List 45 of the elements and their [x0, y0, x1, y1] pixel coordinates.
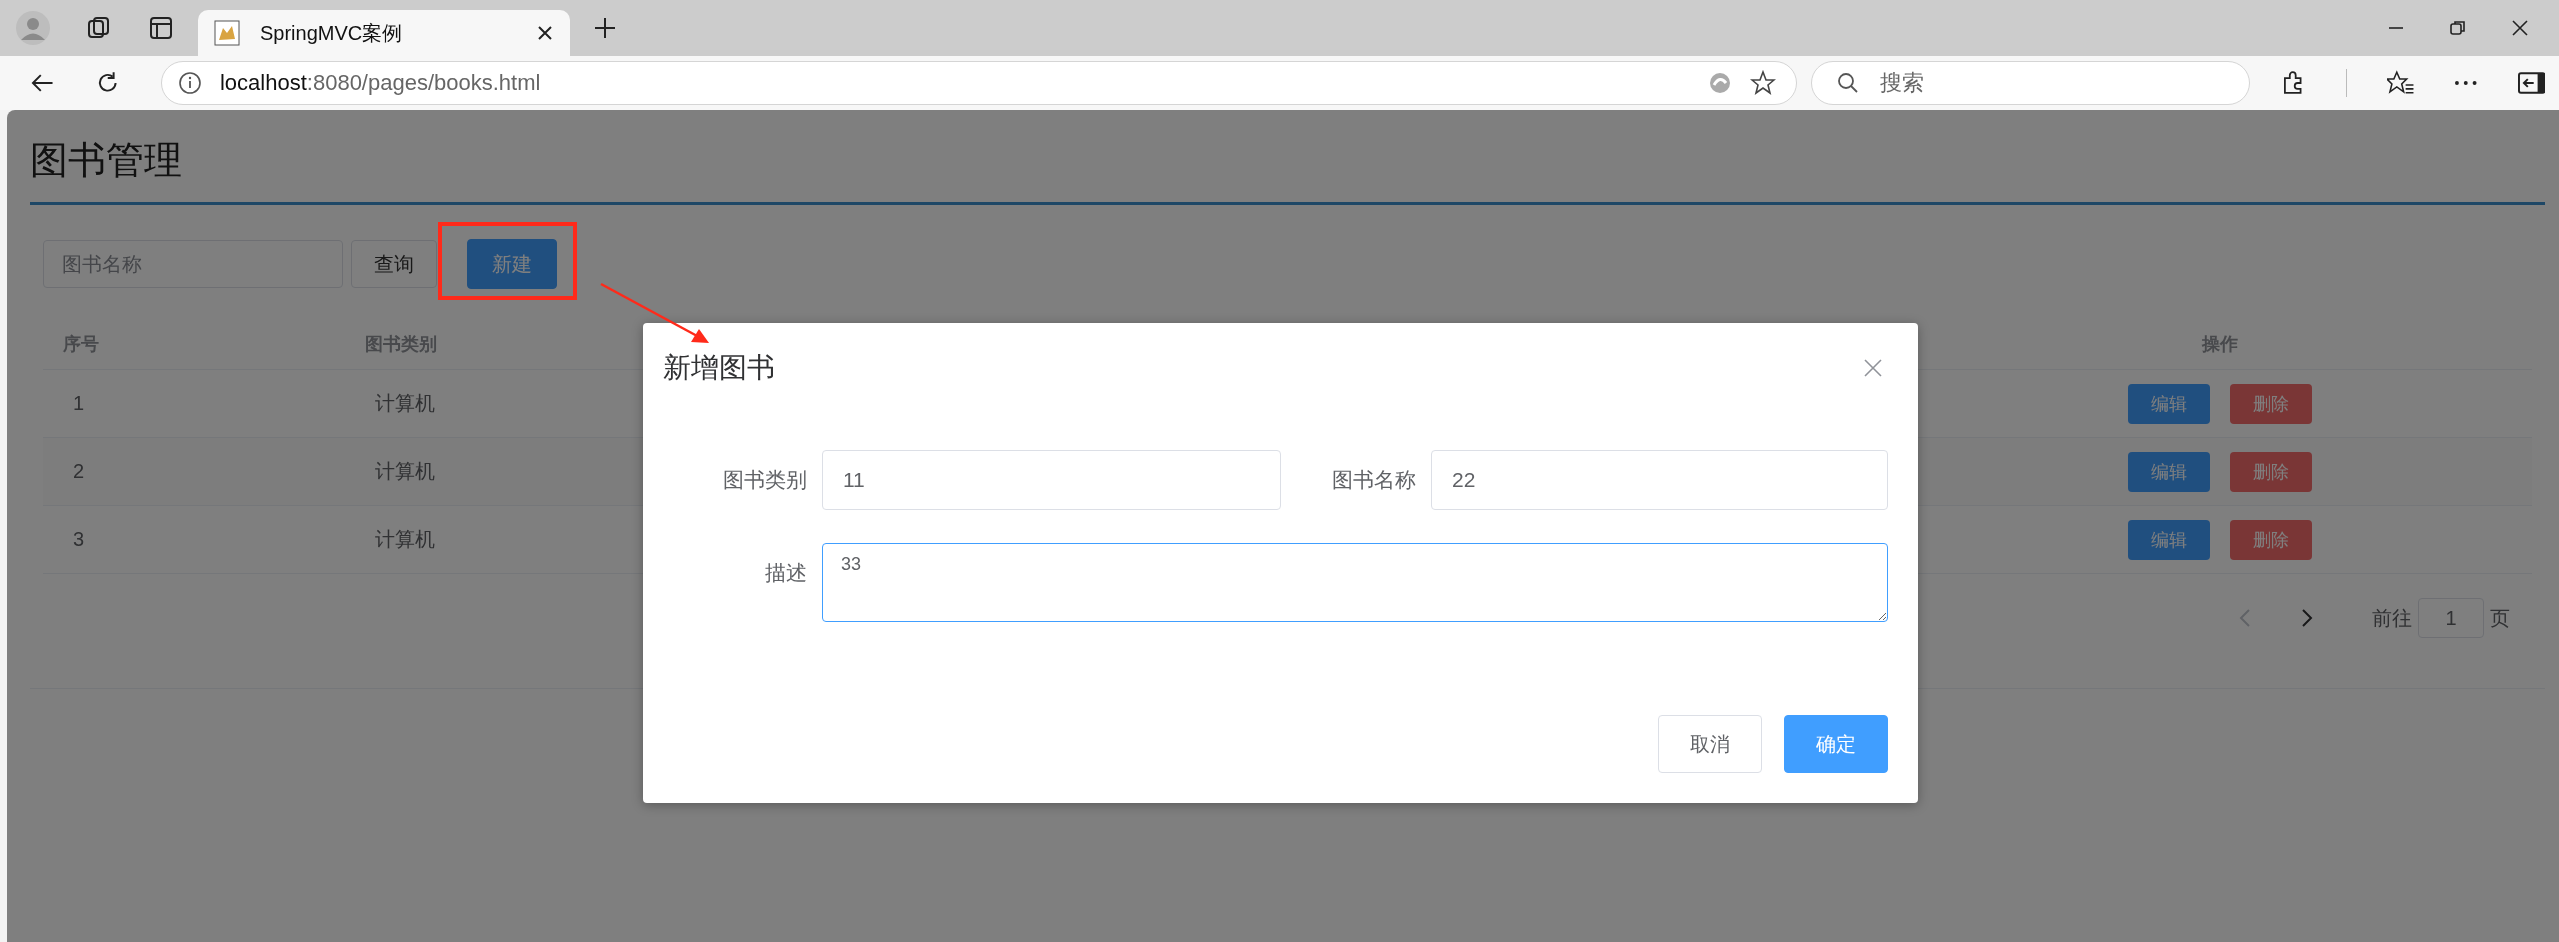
field-label: 图书名称	[1331, 467, 1416, 493]
more-icon[interactable]	[2454, 80, 2478, 86]
page-title: 图书管理	[30, 138, 183, 183]
table-cell-text: 2	[72, 460, 85, 483]
field-label: 图书类别	[722, 467, 807, 493]
table-cell-text: 计算机	[374, 527, 435, 552]
sidebar-icon[interactable]	[2517, 71, 2545, 95]
browser-search-field[interactable]: 搜索	[1810, 61, 2251, 105]
table-cell-text: 1	[72, 392, 85, 415]
collections-icon[interactable]	[86, 15, 112, 41]
dialog-title: 新增图书	[663, 351, 775, 385]
confirm-button[interactable]: 确定	[1784, 715, 1888, 773]
delete-button[interactable]: 删除	[2230, 451, 2312, 492]
info-icon	[177, 71, 202, 95]
delete-button[interactable]: 删除	[2230, 383, 2312, 424]
url-text: localhost:8080/pages/books.html	[219, 70, 541, 96]
browser-tab[interactable]: SpringMVC案例	[198, 10, 570, 56]
search-icon	[1836, 72, 1859, 94]
table-cell-text: 计算机	[374, 459, 435, 484]
query-button[interactable]: 查询	[351, 240, 437, 288]
page-suffix: 页	[2490, 605, 2510, 631]
field-label: 描述	[764, 560, 807, 586]
input-field[interactable]: 11	[822, 450, 1281, 510]
next-page-icon[interactable]	[2300, 608, 2314, 628]
table-cell-text: 3	[72, 528, 85, 551]
favorites-icon[interactable]	[2386, 70, 2414, 96]
table-cell-text: 计算机	[374, 391, 435, 416]
page-field[interactable]: 1	[2418, 598, 2484, 638]
text-area[interactable]: 33	[822, 543, 1888, 622]
search-field[interactable]: 图书名称	[43, 240, 343, 288]
star-icon[interactable]	[1749, 70, 1776, 96]
cancel-button[interactable]: 取消	[1658, 715, 1762, 773]
address-bar[interactable]: localhost:8080/pages/books.html	[160, 61, 1797, 105]
restore-icon[interactable]	[2449, 19, 2467, 37]
plus-icon[interactable]	[594, 17, 616, 39]
input-field[interactable]: 22	[1431, 450, 1888, 510]
edit-button[interactable]: 编辑	[2128, 519, 2210, 560]
goto-label: 前往	[2372, 605, 2412, 631]
edit-button[interactable]: 编辑	[2128, 451, 2210, 492]
close-icon[interactable]	[2511, 19, 2529, 37]
tab-layout-icon[interactable]	[148, 15, 174, 41]
close-icon[interactable]	[536, 24, 554, 42]
edit-button[interactable]: 编辑	[2128, 383, 2210, 424]
new-button[interactable]: 新建	[467, 239, 557, 289]
delete-button[interactable]: 删除	[2230, 519, 2312, 560]
